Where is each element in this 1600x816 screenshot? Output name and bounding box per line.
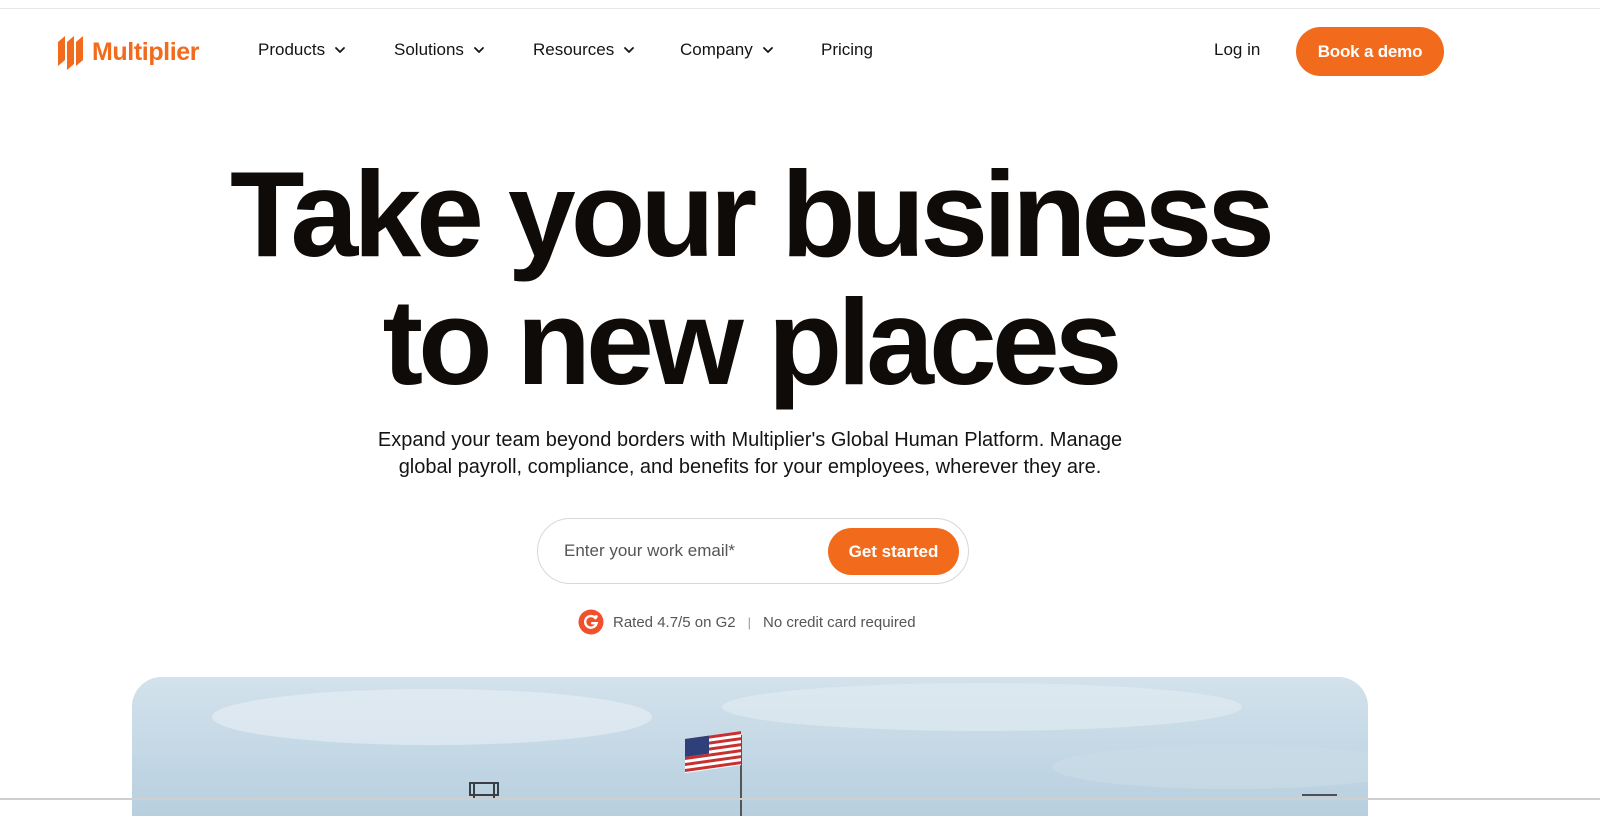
subtext-line-2: global payroll, compliance, and benefits… <box>398 456 1102 478</box>
menu-item-label: Products <box>258 40 326 59</box>
hero-headline: Take your business to new places <box>200 150 1300 406</box>
menu-item-products[interactable]: Products <box>258 40 394 60</box>
hero-photo-scene <box>132 677 1368 816</box>
viewport-bottom-edge <box>0 798 1600 800</box>
menu-item-label: Solutions <box>394 40 464 59</box>
rating-text: Rated 4.7/5 on G2 <box>613 613 736 631</box>
no-credit-card-text: No credit card required <box>762 613 916 631</box>
menu-item-company[interactable]: Company <box>680 40 821 60</box>
book-demo-button[interactable]: Book a demo <box>1296 27 1444 76</box>
menu-item-solutions[interactable]: Solutions <box>394 40 533 60</box>
brand-name: Multiplier <box>92 37 200 66</box>
get-started-button[interactable]: Get started <box>828 528 959 575</box>
menu-item-label: Company <box>680 40 753 59</box>
hero-image <box>132 677 1368 816</box>
main-menu: Products Solutions Resources Company Pri… <box>258 40 873 60</box>
menu-item-label: Pricing <box>821 40 873 59</box>
menu-item-resources[interactable]: Resources <box>533 40 680 60</box>
chevron-down-icon <box>474 47 484 53</box>
hero-subtext: Expand your team beyond borders with Mul… <box>300 427 1200 481</box>
chevron-down-icon <box>335 47 345 53</box>
email-signup-form: Get started <box>537 518 969 584</box>
top-navigation: Multiplier Products Solutions Resources … <box>0 0 1600 100</box>
g2-badge-icon <box>578 609 604 635</box>
chevron-down-icon <box>624 47 635 53</box>
login-link[interactable]: Log in <box>1214 40 1260 60</box>
multiplier-logo-icon <box>58 36 83 70</box>
work-email-input[interactable] <box>564 537 824 565</box>
chevron-down-icon <box>762 47 773 53</box>
menu-item-label: Resources <box>533 40 615 59</box>
rating-row: Rated 4.7/5 on G2 | No credit card requi… <box>578 609 916 635</box>
subtext-line-1: Expand your team beyond borders with Mul… <box>377 429 1123 451</box>
headline-line-1: Take your business <box>229 146 1275 282</box>
rating-separator: | <box>747 614 751 630</box>
menu-item-pricing[interactable]: Pricing <box>821 40 873 60</box>
headline-line-2: to new places <box>382 274 1122 410</box>
brand-logo[interactable]: Multiplier <box>56 30 200 74</box>
